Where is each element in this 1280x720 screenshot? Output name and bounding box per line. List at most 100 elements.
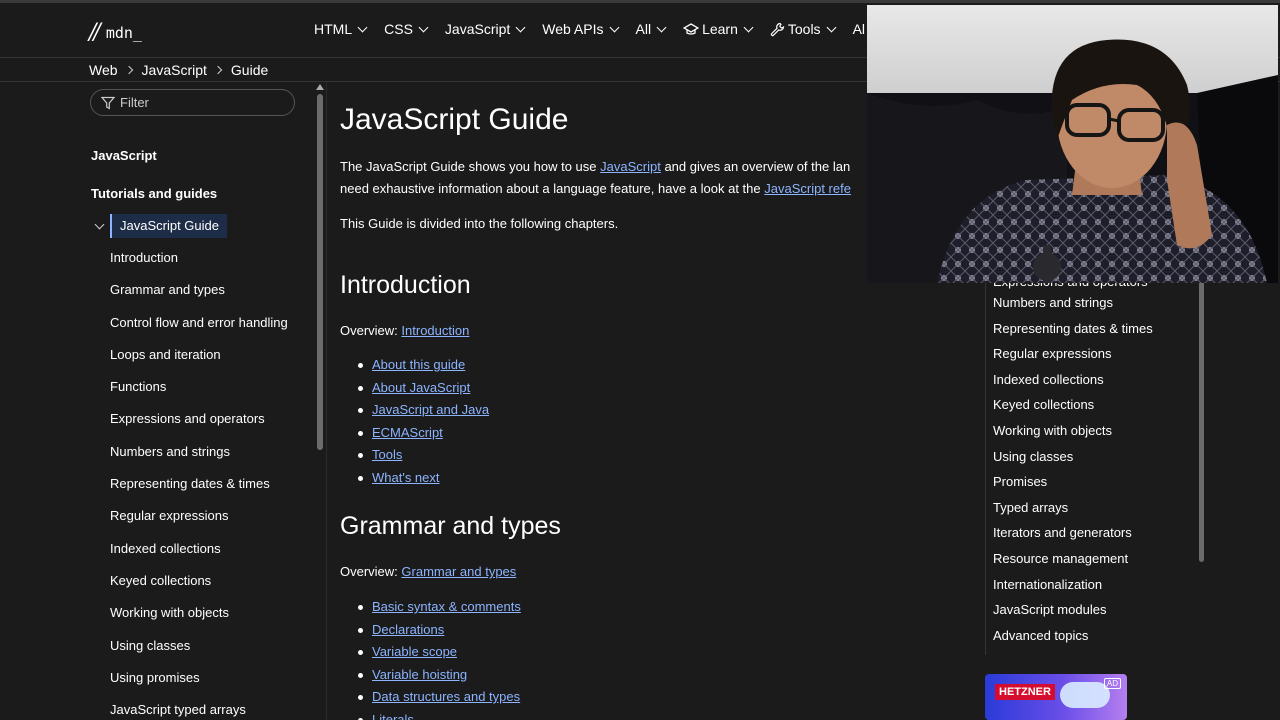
sidebar-item[interactable]: Control flow and error handling [110, 314, 288, 346]
chapter-link[interactable]: ECMAScript [372, 425, 443, 440]
intro-text: and gives an overview of the lan [660, 159, 851, 174]
list-item: About this guide [340, 355, 489, 378]
toc-item[interactable]: Regular expressions [993, 345, 1153, 371]
filter-icon [101, 96, 115, 110]
breadcrumb-javascript[interactable]: JavaScript [142, 62, 207, 78]
sidebar-item[interactable]: Representing dates & times [110, 475, 288, 507]
breadcrumb: Web JavaScript Guide [89, 62, 268, 78]
chapter-link[interactable]: Tools [372, 447, 402, 462]
sidebar-item[interactable]: Numbers and strings [110, 443, 288, 475]
sidebar-item[interactable]: Keyed collections [110, 572, 288, 604]
toc-item[interactable]: Numbers and strings [993, 294, 1153, 320]
nav-item-css[interactable]: CSS [384, 21, 429, 37]
list-item: Declarations [340, 620, 521, 643]
sidebar-item[interactable]: Using classes [110, 637, 288, 669]
nav-item-web-apis[interactable]: Web APIs [542, 21, 619, 37]
sidebar-item[interactable]: Functions [110, 378, 288, 410]
chapter-link[interactable]: Declarations [372, 622, 444, 637]
chapter-link[interactable]: About JavaScript [372, 380, 470, 395]
chevron-down-icon [826, 22, 837, 32]
advertisement[interactable]: HETZNER AD [985, 674, 1127, 720]
scrollbar-thumb[interactable] [1199, 270, 1204, 562]
list-item: JavaScript and Java [340, 400, 489, 423]
intro-text: The JavaScript Guide shows you how to us… [340, 159, 601, 174]
toc-item[interactable]: Iterators and generators [993, 524, 1153, 550]
intro-paragraph-line-2: need exhaustive information about a lang… [340, 178, 851, 200]
chapter-link[interactable]: Basic syntax & comments [372, 599, 521, 614]
chevron-down-icon[interactable] [94, 219, 105, 230]
sidebar-item[interactable]: JavaScript typed arrays [110, 701, 288, 720]
toc-item[interactable]: Indexed collections [993, 371, 1153, 397]
chevron-down-icon [743, 22, 754, 32]
chevron-right-icon [124, 65, 133, 75]
sidebar-item[interactable]: Loops and iteration [110, 346, 288, 378]
chapter-link[interactable]: What's next [372, 470, 440, 485]
nav-item-learn[interactable]: Learn [683, 21, 754, 37]
nav-item-html[interactable]: HTML [314, 21, 368, 37]
toc-list: Numbers and strings Representing dates &… [993, 294, 1153, 652]
ad-badge: AD [1103, 678, 1121, 689]
chapter-link[interactable]: Variable hoisting [372, 667, 467, 682]
chapters-intro: This Guide is divided into the following… [340, 216, 619, 231]
chevron-down-icon [515, 22, 526, 32]
list-item: About JavaScript [340, 378, 489, 401]
sidebar-item-javascript-guide[interactable]: JavaScript Guide [110, 214, 227, 238]
breadcrumb-web[interactable]: Web [89, 62, 118, 78]
scroll-up-arrow-icon[interactable] [316, 84, 324, 90]
toc-item[interactable]: JavaScript modules [993, 601, 1153, 627]
chapter-link[interactable]: About this guide [372, 357, 465, 372]
javascript-reference-link[interactable]: JavaScript refe [764, 181, 851, 196]
nav-item-ai[interactable]: Al [853, 21, 865, 37]
nav-item-all[interactable]: All [636, 21, 667, 37]
sidebar-item[interactable]: Introduction [110, 249, 288, 281]
cloud-icon [1060, 682, 1110, 708]
toc-item[interactable]: Advanced topics [993, 627, 1153, 653]
sidebar-item[interactable]: Grammar and types [110, 281, 288, 313]
toc-item[interactable]: Typed arrays [993, 499, 1153, 525]
chapter-link[interactable]: Literals [372, 712, 414, 720]
sidebar-item[interactable]: Using promises [110, 669, 288, 701]
nav-item-label: CSS [384, 21, 413, 37]
sidebar-item[interactable]: Working with objects [110, 604, 288, 636]
scrollbar-thumb[interactable] [317, 94, 323, 450]
sidebar-item[interactable]: Regular expressions [110, 507, 288, 539]
list-item: ECMAScript [340, 423, 489, 446]
toc-item[interactable]: Internationalization [993, 576, 1153, 602]
filter-input[interactable]: Filter [90, 89, 295, 116]
chapter-link[interactable]: Variable scope [372, 644, 457, 659]
toc-scrollbar[interactable] [1198, 270, 1206, 570]
toc-item[interactable]: Resource management [993, 550, 1153, 576]
webcam-overlay [867, 5, 1278, 283]
sidebar-item[interactable]: Indexed collections [110, 540, 288, 572]
toc-item[interactable]: Working with objects [993, 422, 1153, 448]
intro-text: need exhaustive information about a lang… [340, 181, 765, 196]
mdn-logo[interactable]: // mdn_ [89, 20, 142, 45]
table-of-contents: Expressions and operators Numbers and st… [985, 270, 1200, 655]
javascript-link[interactable]: JavaScript [600, 159, 661, 174]
grammar-links: Basic syntax & comments Declarations Var… [340, 597, 521, 720]
overview-link[interactable]: Introduction [401, 323, 469, 338]
sidebar-section-heading[interactable]: JavaScript [91, 148, 157, 163]
mdn-logo-icon: // [89, 20, 101, 45]
nav-item-label: JavaScript [444, 21, 511, 37]
toc-item[interactable]: Promises [993, 473, 1153, 499]
sidebar-list: Introduction Grammar and types Control f… [110, 249, 288, 720]
chevron-right-icon [213, 65, 223, 75]
toc-item[interactable]: Keyed collections [993, 396, 1153, 422]
nav-item-tools[interactable]: Tools [770, 21, 837, 37]
introduction-links: About this guide About JavaScript JavaSc… [340, 355, 489, 491]
list-item: Tools [340, 445, 489, 468]
sidebar-group-heading[interactable]: Tutorials and guides [91, 186, 217, 201]
chapter-link[interactable]: Data structures and types [372, 689, 520, 704]
nav-item-label: Tools [787, 21, 821, 37]
webcam-video-image [867, 5, 1278, 283]
toc-item[interactable]: Using classes [993, 448, 1153, 474]
breadcrumb-guide[interactable]: Guide [231, 62, 268, 78]
overview-link[interactable]: Grammar and types [401, 564, 516, 579]
toc-item[interactable]: Representing dates & times [993, 320, 1153, 346]
nav-item-javascript[interactable]: JavaScript [444, 21, 526, 37]
sidebar-scrollbar[interactable] [314, 82, 326, 720]
sidebar-item[interactable]: Expressions and operators [110, 410, 288, 442]
page-title: JavaScript Guide [340, 103, 569, 136]
chapter-link[interactable]: JavaScript and Java [372, 402, 489, 417]
